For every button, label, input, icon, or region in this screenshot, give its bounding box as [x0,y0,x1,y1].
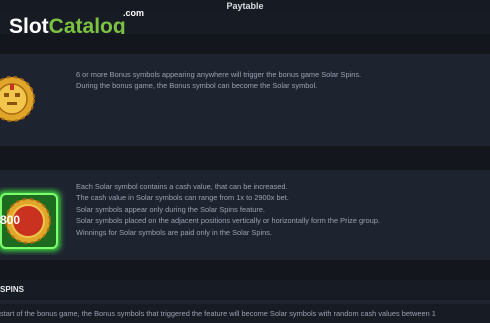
description-line: Solar symbols appear only during the Sol… [76,204,265,214]
bonus-symbol-description: 6 or more Bonus symbols appearing anywhe… [76,69,361,92]
solar-symbol-description: Each Solar symbol contains a cash value,… [76,181,380,238]
section-description: start of the bonus game, the Bonus symbo… [0,309,436,318]
description-line: During the bonus game, the Bonus symbol … [76,81,318,91]
bonus-row [0,54,490,146]
section-divider [0,300,490,304]
row-divider [0,260,490,280]
description-line: 6 or more Bonus symbols appearing anywhe… [76,70,362,79]
description-line: Winnings for Solar symbols are paid only… [76,227,272,237]
bonus-symbol-icon [0,76,35,122]
section-title: SPINS [0,285,25,294]
description-line: Each Solar symbol contains a cash value,… [76,182,288,191]
description-line: The cash value in Solar symbols can rang… [76,193,289,203]
row-divider [0,34,490,54]
description-line: Solar symbols placed on the adjacent pos… [76,216,380,226]
solar-symbol-value: 800 [0,213,21,227]
row-divider [0,146,490,170]
svg-text:.com: .com [123,8,144,18]
